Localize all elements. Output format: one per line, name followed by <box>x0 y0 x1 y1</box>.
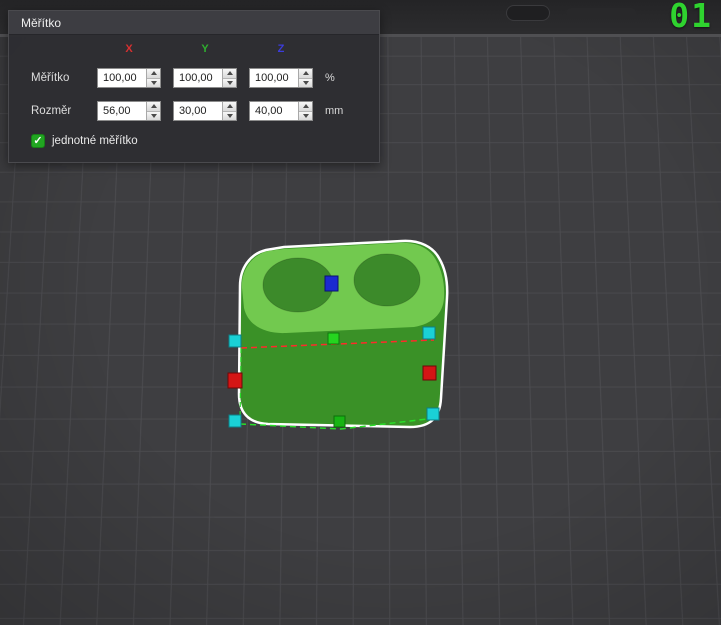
size-y-spin-buttons <box>222 102 236 120</box>
scale-z-stepper <box>249 68 313 88</box>
model-scene <box>180 225 480 445</box>
spinner-up-icon[interactable] <box>223 102 236 111</box>
spinner-up-icon[interactable] <box>299 69 312 78</box>
axis-label-x: X <box>97 43 161 55</box>
scale-panel-title: Měřítko <box>21 16 61 30</box>
spinner-up-icon[interactable] <box>299 102 312 111</box>
scale-handle-x-left[interactable] <box>228 373 242 388</box>
size-x-stepper <box>97 101 161 121</box>
size-y-stepper <box>173 101 237 121</box>
spinner-down-icon[interactable] <box>223 78 236 88</box>
spinner-up-icon[interactable] <box>223 69 236 78</box>
uniform-scale-checkbox[interactable] <box>31 134 45 148</box>
scale-unit-label: % <box>325 72 359 84</box>
spinner-down-icon[interactable] <box>299 111 312 121</box>
bed-slot-icon <box>566 8 636 18</box>
scale-y-stepper <box>173 68 237 88</box>
scale-z-spin-buttons <box>298 69 312 87</box>
spinner-up-icon[interactable] <box>147 69 160 78</box>
spinner-down-icon[interactable] <box>223 111 236 121</box>
scale-y-spin-buttons <box>222 69 236 87</box>
uniform-scale-label: jednotné měřítko <box>52 135 138 147</box>
scale-handle-corner-bl[interactable] <box>229 415 241 427</box>
scale-handle-y-front[interactable] <box>334 416 345 427</box>
model-hole-right <box>354 254 420 306</box>
size-z-spin-buttons <box>298 102 312 120</box>
spinner-up-icon[interactable] <box>147 102 160 111</box>
scale-x-stepper <box>97 68 161 88</box>
scale-handle-x-right[interactable] <box>423 366 436 380</box>
scale-x-spin-buttons <box>146 69 160 87</box>
axis-label-y: Y <box>173 43 237 55</box>
size-unit-label: mm <box>325 105 359 117</box>
scale-handle-corner-tr[interactable] <box>423 327 435 339</box>
model-hole-left <box>263 258 333 312</box>
spinner-down-icon[interactable] <box>147 111 160 121</box>
scale-handle-y-back[interactable] <box>328 333 339 344</box>
spinner-down-icon[interactable] <box>147 78 160 88</box>
size-row-label: Rozměr <box>31 105 85 117</box>
scale-handle-corner-br[interactable] <box>427 408 439 420</box>
plate-number: 01 <box>669 0 713 35</box>
spinner-down-icon[interactable] <box>299 78 312 88</box>
scale-row-label: Měřítko <box>31 72 85 84</box>
axis-header-row: X Y Z <box>31 43 379 55</box>
scale-panel-titlebar: Měřítko <box>9 11 379 35</box>
bed-clip-icon <box>506 5 550 21</box>
scale-panel: Měřítko X Y Z Měřítko <box>8 10 380 163</box>
size-x-spin-buttons <box>146 102 160 120</box>
scale-row: Měřítko <box>31 68 379 88</box>
scale-handle-corner-tl[interactable] <box>229 335 241 347</box>
uniform-scale-row: jednotné měřítko <box>31 134 379 148</box>
axis-label-z: Z <box>249 43 313 55</box>
scale-panel-body: X Y Z Měřítko <box>9 35 379 162</box>
scale-handle-z[interactable] <box>325 276 338 291</box>
size-row: Rozměr <box>31 101 379 121</box>
size-z-stepper <box>249 101 313 121</box>
